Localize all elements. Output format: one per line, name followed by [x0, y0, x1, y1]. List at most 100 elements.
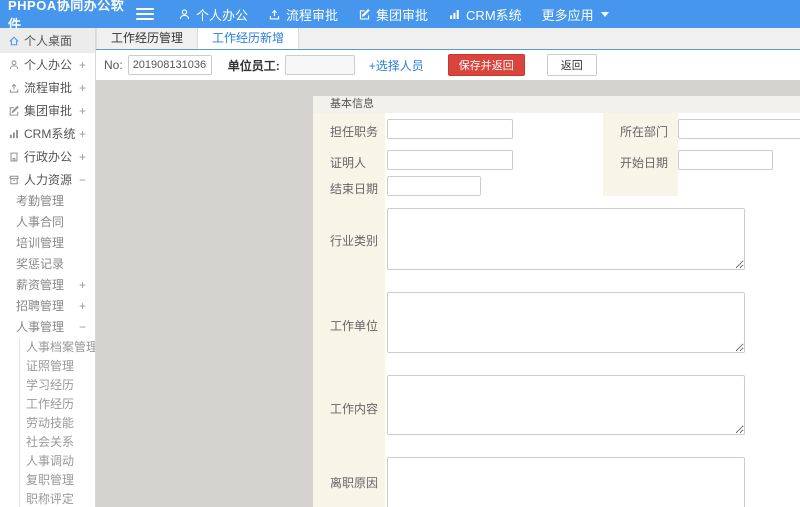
expand-plus-icon[interactable]: +	[79, 127, 86, 141]
sub-item-label: 考勤管理	[16, 194, 65, 208]
department-label: 所在部门	[620, 125, 669, 139]
employee-label: 单位员工:	[227, 58, 280, 73]
sidebar-item-salary[interactable]: 薪资管理 +	[0, 275, 95, 296]
industry-textarea[interactable]	[387, 208, 745, 270]
sidebar-item-recruit[interactable]: 招聘管理 +	[0, 296, 95, 317]
select-personnel-link[interactable]: +选择人员	[369, 57, 424, 74]
flow-icon	[9, 83, 19, 93]
nav-label: 更多应用	[541, 7, 594, 23]
sidebar-item-title-evaluation[interactable]: 职称评定	[20, 490, 95, 507]
department-input[interactable]	[678, 119, 800, 139]
nav-crm[interactable]: CRM系统	[448, 5, 522, 24]
user-icon	[9, 59, 19, 69]
building-icon	[10, 152, 18, 161]
nav-label: 流程审批	[286, 7, 339, 23]
sidebar-item-label: 流程审批	[24, 81, 73, 95]
tab-work-history-new[interactable]: 工作经历新增	[198, 28, 300, 49]
save-and-return-button[interactable]: 保存并返回	[447, 54, 525, 76]
sub-item-label: 招聘管理	[16, 299, 65, 313]
nav-label: 集团审批	[376, 7, 429, 23]
sidebar-item-reinstatement[interactable]: 复职管理	[20, 471, 95, 490]
sidebar-item-label: 集团审批	[24, 104, 73, 118]
no-label: No:	[104, 58, 123, 72]
work-content-label: 工作内容	[330, 402, 379, 416]
caret-down-icon	[600, 11, 609, 17]
expand-plus-icon[interactable]: +	[79, 104, 86, 118]
sidebar-item-social-relations[interactable]: 社会关系	[20, 433, 95, 452]
employee-input[interactable]	[284, 55, 355, 75]
sidebar-item-workflow-approval[interactable]: 流程审批 +	[0, 76, 95, 99]
start-date-input[interactable]	[678, 150, 773, 170]
sidebar-item-group-approval[interactable]: 集团审批 +	[0, 99, 95, 122]
end-date-label: 结束日期	[330, 182, 379, 196]
sidebar-item-label: CRM系统	[24, 127, 76, 141]
collapse-minus-icon[interactable]: −	[79, 317, 86, 338]
hamburger-menu-icon[interactable]	[136, 5, 154, 23]
company-textarea[interactable]	[387, 292, 745, 353]
sidebar-item-labor-skills[interactable]: 劳动技能	[20, 414, 95, 433]
sidebar-item-work-history[interactable]: 工作经历	[20, 395, 95, 414]
company-label: 工作单位	[330, 319, 379, 333]
sidebar-item-crm[interactable]: CRM系统 +	[0, 122, 95, 145]
sub-item-label: 薪资管理	[16, 278, 65, 292]
industry-label: 行业类别	[330, 234, 379, 248]
sidebar-item-label: 个人办公	[24, 58, 73, 72]
sidebar-item-personnel-transfer[interactable]: 人事调动	[20, 452, 95, 471]
tab-bar: 工作经历管理 工作经历新增	[96, 28, 800, 50]
sub-item-label: 培训管理	[16, 236, 65, 250]
sidebar-item-training[interactable]: 培训管理	[0, 233, 95, 254]
sidebar-item-hr-contract[interactable]: 人事合同	[0, 212, 95, 233]
position-label: 担任职务	[330, 125, 379, 139]
sidebar-item-desktop[interactable]: 个人桌面	[0, 28, 95, 53]
work-content-textarea[interactable]	[387, 375, 745, 435]
start-date-label: 开始日期	[620, 156, 669, 170]
nav-more-apps[interactable]: 更多应用	[542, 5, 609, 24]
personnel-submenu: 人事档案管理 证照管理 学习经历 工作经历 劳动技能 社会关系 人事调动 复职管…	[19, 338, 95, 507]
tab-work-history-manage[interactable]: 工作经历管理	[96, 28, 199, 49]
expand-plus-icon[interactable]: +	[79, 81, 86, 95]
sub-item-label: 奖惩记录	[16, 257, 65, 271]
nav-label: 个人办公	[196, 7, 249, 23]
section-title: 基本信息	[313, 96, 800, 113]
sidebar-item-admin-office[interactable]: 行政办公 +	[0, 145, 95, 168]
expand-plus-icon[interactable]: +	[79, 150, 86, 164]
toolbar: No: 单位员工: +选择人员 保存并返回 返回	[96, 50, 800, 80]
chart-icon	[9, 129, 18, 138]
sidebar-item-label: 行政办公	[24, 150, 73, 164]
expand-plus-icon[interactable]: +	[79, 296, 86, 317]
position-input[interactable]	[387, 119, 513, 139]
workspace: 基本信息 担任职务 所在部门 证明人 开始日期 结束日期 行业类别 工作单位 工…	[96, 80, 800, 507]
sidebar-item-attendance[interactable]: 考勤管理	[0, 191, 95, 212]
nav-personal-office[interactable]: 个人办公	[178, 5, 248, 24]
collapse-minus-icon[interactable]: −	[79, 173, 86, 187]
end-date-input[interactable]	[387, 176, 481, 196]
top-bar: PHPOA协同办公软件 个人办公 流程审批 集团审批 CRM系统 更多应用	[0, 0, 800, 32]
edit-icon	[9, 105, 19, 116]
witness-label: 证明人	[330, 156, 367, 170]
sidebar-item-rewards[interactable]: 奖惩记录	[0, 254, 95, 275]
witness-input[interactable]	[387, 150, 513, 170]
sidebar-item-personal-office[interactable]: 个人办公 +	[0, 53, 95, 76]
sidebar-item-personnel-mgmt[interactable]: 人事管理 −	[0, 317, 95, 338]
flow-icon	[269, 9, 280, 20]
sidebar-item-label: 人力资源	[24, 173, 73, 187]
chart-icon	[450, 9, 459, 19]
leave-reason-textarea[interactable]	[387, 457, 745, 507]
sub-item-label: 人事管理	[16, 320, 65, 334]
sidebar-item-label: 个人桌面	[24, 34, 73, 48]
return-button[interactable]: 返回	[546, 54, 597, 76]
sidebar-item-personnel-files[interactable]: 人事档案管理	[20, 338, 95, 357]
expand-plus-icon[interactable]: +	[79, 275, 86, 296]
label-column-left	[313, 113, 385, 507]
sidebar-item-hr[interactable]: 人力资源 −	[0, 168, 95, 191]
edit-icon	[359, 8, 370, 20]
record-no-input[interactable]	[127, 55, 212, 75]
user-icon	[179, 8, 190, 19]
nav-group-approval[interactable]: 集团审批	[358, 5, 428, 24]
leave-reason-label: 离职原因	[330, 476, 379, 490]
expand-plus-icon[interactable]: +	[79, 58, 86, 72]
sidebar-item-education-history[interactable]: 学习经历	[20, 376, 95, 395]
nav-workflow-approval[interactable]: 流程审批	[268, 5, 338, 24]
sidebar-item-certificates[interactable]: 证照管理	[20, 357, 95, 376]
archive-icon	[9, 175, 19, 184]
